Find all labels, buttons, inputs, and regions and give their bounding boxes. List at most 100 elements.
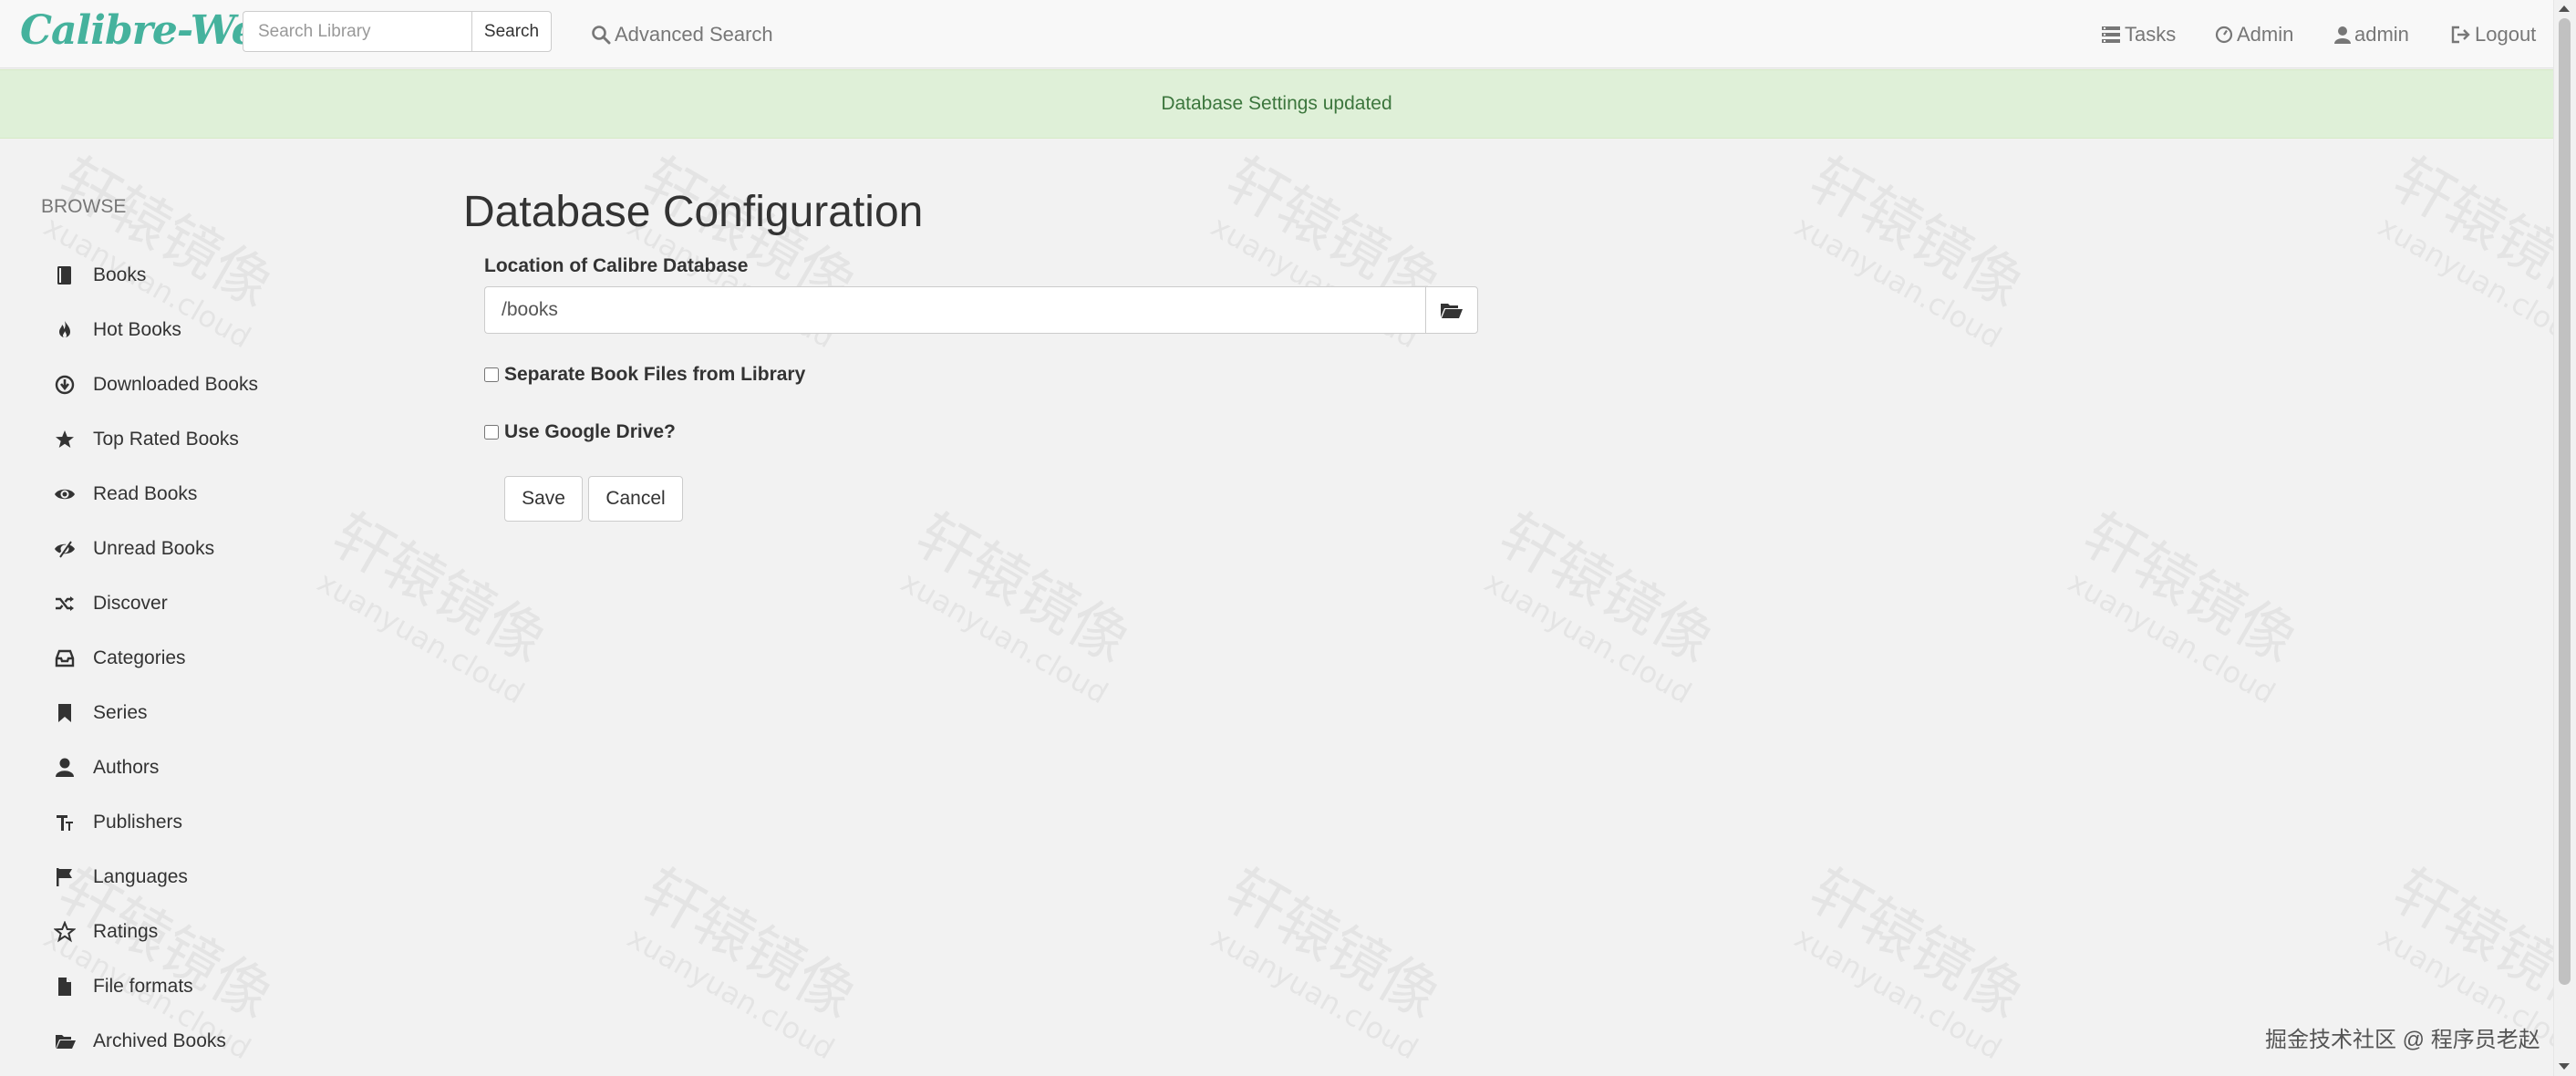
sidebar-item-label: Publishers (93, 812, 183, 833)
page-title: Database Configuration (463, 188, 924, 236)
bookmark-icon (53, 701, 77, 725)
sidebar-item-books[interactable]: Books (53, 257, 146, 294)
success-alert: Database Settings updated (0, 69, 2553, 139)
logout-link[interactable]: Logout (2451, 0, 2536, 68)
watermark-text-en: xuanyuan.cloud (2373, 209, 2553, 355)
search-input[interactable] (243, 11, 471, 52)
sidebar-item-series[interactable]: Series (53, 695, 148, 731)
separate-files-option[interactable]: Separate Book Files from Library (484, 364, 805, 386)
watermark-text-en: xuanyuan.cloud (312, 564, 531, 710)
sidebar-item-label: Discover (93, 593, 168, 614)
advanced-search-link[interactable]: Advanced Search (591, 0, 773, 68)
book-icon (53, 264, 77, 287)
scroll-thumb[interactable] (2559, 18, 2571, 985)
sidebar-item-label: Categories (93, 647, 186, 668)
footer-credit: 掘金技术社区 @ 程序员老赵 (2265, 1028, 2540, 1052)
watermark-text-cn: 轩辕镜像 (2382, 146, 2553, 321)
watermark-text-cn: 轩辕镜像 (905, 502, 1141, 677)
browse-folder-button[interactable] (1425, 286, 1478, 334)
sidebar-item-label: Downloaded Books (93, 374, 258, 395)
watermark-tile: 轩辕镜像xuanyuan.cloud (1205, 857, 1451, 1067)
watermark-text-en: xuanyuan.cloud (1789, 209, 2008, 355)
sidebar-item-label: Authors (93, 757, 160, 778)
search-button[interactable]: Search (471, 11, 552, 52)
watermark-text-en: xuanyuan.cloud (1205, 920, 1424, 1066)
tasks-icon (2102, 26, 2120, 43)
google-drive-option[interactable]: Use Google Drive? (484, 421, 676, 443)
watermark-text-cn: 轩辕镜像 (1488, 502, 1724, 677)
watermark-text-cn: 轩辕镜像 (2072, 502, 2308, 677)
watermark-text-cn: 轩辕镜像 (1215, 857, 1451, 1032)
flag-icon (53, 865, 77, 889)
sidebar-item-label: Ratings (93, 921, 159, 942)
search-icon (592, 25, 611, 44)
watermark-text-cn: 轩辕镜像 (2382, 857, 2553, 1032)
sidebar-item-file-formats[interactable]: File formats (53, 968, 193, 1005)
sidebar-item-archived-books[interactable]: Archived Books (53, 1023, 226, 1060)
watermark-tile: 轩辕镜像xuanyuan.cloud (1789, 857, 2034, 1067)
save-button[interactable]: Save (504, 476, 583, 522)
sidebar-item-categories[interactable]: Categories (53, 640, 186, 677)
sidebar-item-languages[interactable]: Languages (53, 859, 188, 895)
sidebar-item-downloaded-books[interactable]: Downloaded Books (53, 367, 258, 403)
download-icon (53, 373, 77, 397)
tasks-link[interactable]: Tasks (2101, 0, 2176, 68)
admin-link[interactable]: Admin (2215, 0, 2293, 68)
logout-icon (2451, 26, 2470, 43)
sidebar-item-label: Unread Books (93, 538, 215, 559)
random-icon (53, 592, 77, 616)
separate-files-label: Separate Book Files from Library (504, 364, 806, 385)
watermark-tile: 轩辕镜像xuanyuan.cloud (895, 502, 1141, 711)
sidebar-item-label: Series (93, 702, 148, 723)
google-drive-checkbox[interactable] (484, 425, 499, 440)
watermark-tile: 轩辕镜像xuanyuan.cloud (1479, 502, 1724, 711)
watermark-text-en: xuanyuan.cloud (1479, 564, 1698, 710)
sidebar-item-top-rated-books[interactable]: Top Rated Books (53, 421, 239, 458)
advanced-search-label: Advanced Search (615, 22, 773, 46)
tasks-label: Tasks (2125, 22, 2177, 46)
watermark-text-en: xuanyuan.cloud (622, 920, 841, 1066)
watermark-text-cn: 轩辕镜像 (321, 502, 557, 677)
user-icon (53, 756, 77, 780)
separate-files-checkbox[interactable] (484, 367, 499, 382)
dashboard-icon (2215, 26, 2233, 43)
database-location-label: Location of Calibre Database (484, 255, 749, 276)
database-location-input[interactable] (484, 286, 1425, 334)
page-scrollbar[interactable] (2553, 0, 2576, 1076)
watermark-tile: 轩辕镜像xuanyuan.cloud (312, 502, 557, 711)
logout-label: Logout (2475, 22, 2537, 46)
top-navbar: Calibre-Web Search Advanced Search Tasks… (0, 0, 2553, 68)
folder-open-icon (53, 1029, 77, 1053)
watermark-tile: 轩辕镜像xuanyuan.cloud (2373, 146, 2553, 356)
star-icon (53, 428, 77, 451)
sidebar-item-unread-books[interactable]: Unread Books (53, 531, 214, 567)
watermark-text-cn: 轩辕镜像 (631, 857, 867, 1032)
sidebar-item-label: Archived Books (93, 1030, 226, 1051)
sidebar-item-hot-books[interactable]: Hot Books (53, 312, 181, 348)
scroll-down-arrow[interactable] (2559, 1063, 2570, 1070)
fire-icon (53, 318, 77, 342)
watermark: 轩辕镜像xuanyuan.cloud 轩辕镜像xuanyuan.cloud 轩辕镜像… (38, 146, 2553, 1067)
folder-open-icon (1441, 304, 1463, 318)
eye-open-icon (53, 482, 77, 506)
admin-label: Admin (2237, 22, 2294, 46)
watermark-text-cn: 轩辕镜像 (1798, 857, 2034, 1032)
sidebar-item-discover[interactable]: Discover (53, 585, 168, 622)
sidebar-item-label: Books (93, 264, 147, 285)
sidebar-item-authors[interactable]: Authors (53, 750, 159, 786)
sidebar-item-publishers[interactable]: Publishers (53, 804, 182, 841)
watermark-tile: 轩辕镜像xuanyuan.cloud (1789, 146, 2034, 356)
google-drive-label: Use Google Drive? (504, 421, 676, 442)
eye-closed-icon (53, 537, 77, 561)
sidebar-item-label: Read Books (93, 483, 198, 504)
cancel-button[interactable]: Cancel (588, 476, 683, 522)
watermark-tile: 轩辕镜像xuanyuan.cloud (2063, 502, 2308, 711)
scroll-up-arrow[interactable] (2559, 5, 2570, 12)
sidebar-item-label: File formats (93, 976, 193, 997)
watermark-text-en: xuanyuan.cloud (895, 564, 1114, 710)
sidebar-item-ratings[interactable]: Ratings (53, 914, 158, 950)
user-icon (2334, 26, 2351, 44)
user-label: admin (2354, 22, 2409, 46)
sidebar-item-read-books[interactable]: Read Books (53, 476, 197, 512)
user-link[interactable]: admin (2334, 0, 2409, 68)
